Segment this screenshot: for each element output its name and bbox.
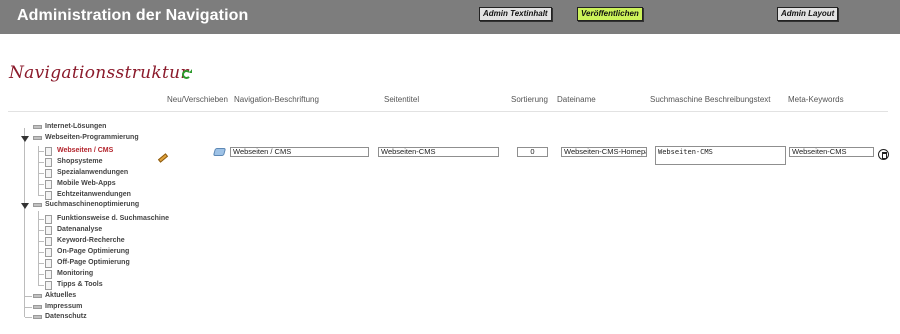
app-title: Administration der Navigation bbox=[17, 7, 249, 24]
column-header-description: Suchmaschine Beschreibungstext bbox=[650, 95, 771, 104]
page-title: Navigationsstruktur bbox=[9, 63, 189, 83]
page-icon bbox=[45, 158, 52, 167]
page-icon bbox=[45, 169, 52, 178]
page-icon bbox=[45, 259, 52, 268]
tree-item-on-page-optimierung[interactable]: On-Page Optimierung bbox=[57, 248, 129, 255]
description-textarea[interactable]: Webseiten-CMS bbox=[655, 146, 786, 165]
tree-item-shopsysteme[interactable]: Shopsysteme bbox=[57, 158, 103, 165]
collapsed-node-icon[interactable] bbox=[33, 315, 42, 319]
page-icon bbox=[45, 180, 52, 189]
page-icon bbox=[45, 226, 52, 235]
column-header-keywords: Meta-Keywords bbox=[788, 95, 844, 104]
tree-item-funktionsweise[interactable]: Funktionsweise d. Suchmaschine bbox=[57, 215, 169, 222]
keywords-input[interactable]: Webseiten-CMS bbox=[789, 147, 874, 157]
page-icon bbox=[45, 270, 52, 279]
page-icon bbox=[45, 215, 52, 224]
page-title-input[interactable]: Webseiten-CMS bbox=[378, 147, 499, 157]
page-icon bbox=[45, 237, 52, 246]
admin-textinhalt-button[interactable]: Admin Textinhalt bbox=[479, 7, 552, 21]
collapsed-node-icon[interactable] bbox=[33, 305, 42, 309]
publish-button[interactable]: Veröffentlichen bbox=[577, 7, 643, 21]
tree-item-datenschutz[interactable]: Datenschutz bbox=[45, 313, 87, 320]
tree-item-echtzeitanwendungen[interactable]: Echtzeitanwendungen bbox=[57, 191, 131, 198]
tree-item-datenanalyse[interactable]: Datenanalyse bbox=[57, 226, 102, 233]
tree-item-impressum[interactable]: Impressum bbox=[45, 303, 82, 310]
column-header-filename: Dateiname bbox=[557, 95, 596, 104]
tree-item-webseiten-cms[interactable]: Webseiten / CMS bbox=[57, 147, 113, 154]
page-icon bbox=[45, 281, 52, 290]
expand-arrow-icon[interactable] bbox=[21, 136, 29, 142]
tree-item-spezialanwendungen[interactable]: Spezialanwendungen bbox=[57, 169, 128, 176]
tree-item-internet-loesungen[interactable]: Internet-Lösungen bbox=[45, 123, 106, 130]
collapsed-node-icon[interactable] bbox=[33, 125, 42, 129]
move-icon[interactable] bbox=[212, 148, 227, 156]
collapsed-node-icon[interactable] bbox=[33, 294, 42, 298]
tree-item-suchmaschinenoptimierung[interactable]: Suchmaschinenoptimierung bbox=[45, 201, 139, 208]
column-header-move: Neu/Verschieben bbox=[167, 95, 228, 104]
column-header-order: Sortierung bbox=[511, 95, 548, 104]
column-header-page-title: Seitentitel bbox=[384, 95, 420, 104]
tree-item-keyword-recherche[interactable]: Keyword-Recherche bbox=[57, 237, 125, 244]
page-icon bbox=[45, 248, 52, 257]
column-header-label: Navigation-Beschriftung bbox=[234, 95, 319, 104]
filename-input[interactable]: Webseiten-CMS-Homepag bbox=[561, 147, 647, 157]
refresh-icon[interactable] bbox=[182, 69, 192, 79]
tree-item-tipps-tools[interactable]: Tipps & Tools bbox=[57, 281, 103, 288]
topbar: Administration der Navigation Admin Text… bbox=[0, 0, 900, 34]
admin-layout-button[interactable]: Admin Layout bbox=[777, 7, 839, 21]
pencil-icon[interactable] bbox=[157, 153, 169, 163]
header-divider bbox=[8, 111, 888, 112]
label-input[interactable]: Webseiten / CMS bbox=[230, 147, 369, 157]
tree-item-aktuelles[interactable]: Aktuelles bbox=[45, 292, 76, 299]
delete-icon[interactable] bbox=[878, 149, 889, 160]
tree-item-monitoring[interactable]: Monitoring bbox=[57, 270, 93, 277]
tree-item-off-page-optimierung[interactable]: Off-Page Optimierung bbox=[57, 259, 130, 266]
expand-arrow-icon[interactable] bbox=[21, 203, 29, 209]
folder-node-icon bbox=[33, 136, 42, 140]
tree-item-mobile-web-apps[interactable]: Mobile Web-Apps bbox=[57, 180, 116, 187]
page-icon bbox=[45, 147, 52, 156]
page-icon bbox=[45, 191, 52, 200]
tree-item-webseiten-programmierung[interactable]: Webseiten-Programmierung bbox=[45, 134, 139, 141]
folder-node-icon bbox=[33, 203, 42, 207]
order-input[interactable]: 0 bbox=[517, 147, 548, 157]
